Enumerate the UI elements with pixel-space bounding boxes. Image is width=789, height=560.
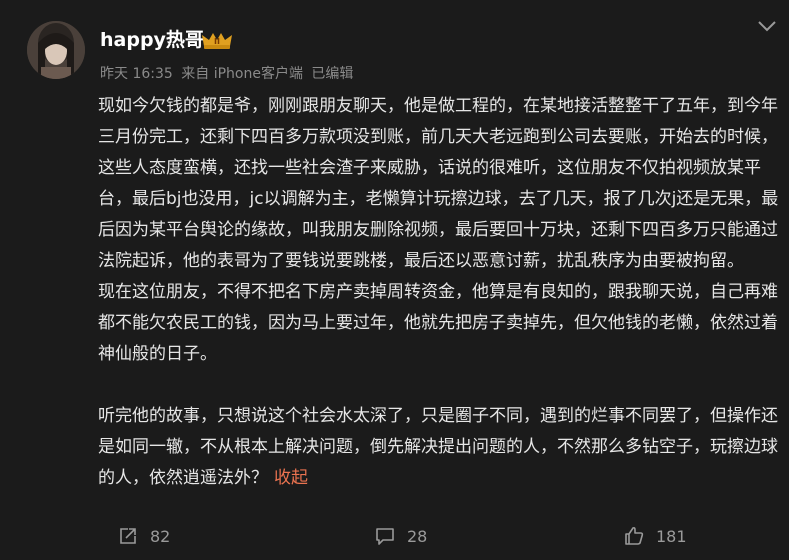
comment-button[interactable]: 28 bbox=[375, 526, 427, 546]
post-source: 来自 iPhone客户端 bbox=[181, 66, 303, 82]
avatar[interactable] bbox=[27, 21, 85, 79]
post-time[interactable]: 昨天 16:35 bbox=[100, 66, 173, 82]
comment-icon bbox=[376, 528, 394, 545]
share-icon bbox=[120, 528, 136, 544]
like-icon bbox=[625, 526, 644, 545]
action-bar: 82 28 181 bbox=[0, 520, 789, 554]
post-meta: 昨天 16:35 来自 iPhone客户端 已编辑 bbox=[100, 63, 357, 83]
collapse-link[interactable]: 收起 bbox=[274, 468, 308, 488]
like-button[interactable]: 181 bbox=[624, 526, 687, 546]
post-paragraph-3-text: 听完他的故事，只想说这个社会水太深了，只是圈子不同，遇到的烂事不同罢了，但操作还… bbox=[98, 406, 778, 488]
post-paragraph-1: 现如今欠钱的都是爷，刚刚跟朋友聊天，他是做工程的，在某地接活整整干了五年，到今年… bbox=[98, 96, 779, 271]
like-count: 181 bbox=[656, 526, 687, 546]
edited-label[interactable]: 已编辑 bbox=[311, 66, 353, 82]
post-paragraph-3: 听完他的故事，只想说这个社会水太深了，只是圈子不同，遇到的烂事不同罢了，但操作还… bbox=[98, 401, 788, 494]
user-name[interactable]: happy热哥 bbox=[100, 25, 204, 52]
more-icon[interactable] bbox=[753, 17, 781, 35]
comment-count: 28 bbox=[407, 526, 428, 546]
user-level-badge-icon[interactable]: II bbox=[201, 30, 235, 50]
post-content: 现如今欠钱的都是爷，刚刚跟朋友聊天，他是做工程的，在某地接活整整干了五年，到今年… bbox=[98, 91, 788, 494]
share-count: 82 bbox=[150, 526, 171, 546]
post-paragraph-2: 现在这位朋友，不得不把名下房产卖掉周转资金，他算是有良知的，跟我聊天说，自己再难… bbox=[98, 282, 778, 364]
badge-label: II bbox=[214, 37, 220, 46]
share-button[interactable]: 82 bbox=[118, 526, 170, 546]
